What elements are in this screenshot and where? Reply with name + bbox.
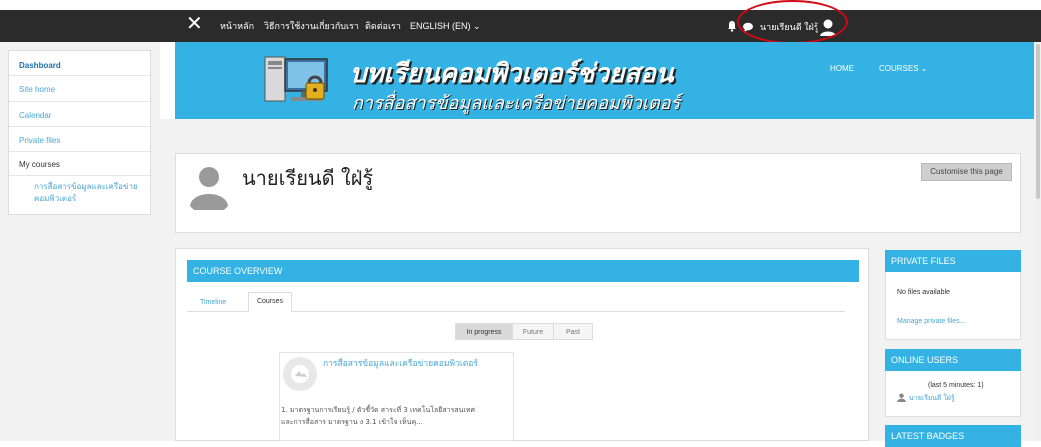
course-description-line: และการสื่อสาร มาตรฐาน ง 3.1 เข้าใจ เห็นค… bbox=[281, 418, 423, 426]
scrollbar-thumb[interactable] bbox=[1036, 44, 1040, 199]
filter-in-progress[interactable]: In progress bbox=[455, 323, 513, 340]
private-files-header: PRIVATE FILES bbox=[885, 250, 1021, 272]
banner-home-link[interactable]: HOME bbox=[830, 64, 854, 73]
course-overview-header: COURSE OVERVIEW bbox=[187, 260, 859, 282]
manage-private-files-link[interactable]: Manage private files... bbox=[897, 318, 965, 325]
computer-lock-logo bbox=[264, 56, 328, 102]
no-files-text: No files available bbox=[897, 289, 950, 296]
divider bbox=[9, 75, 152, 76]
filter-future[interactable]: Future bbox=[512, 323, 554, 340]
course-description-line: 1. มาตรฐานการเรียนรู้ / ตัวชี้วัด สาระที… bbox=[281, 406, 475, 414]
customise-page-button[interactable]: Customise this page bbox=[921, 163, 1012, 181]
user-icon bbox=[897, 393, 906, 402]
close-drawer-icon[interactable]: ✕ bbox=[186, 12, 203, 34]
sidebar-item-site-home[interactable]: Site home bbox=[19, 85, 55, 94]
divider bbox=[9, 175, 152, 176]
online-users-header: ONLINE USERS bbox=[885, 349, 1021, 371]
sidebar-item-my-courses[interactable]: My courses bbox=[19, 160, 60, 169]
nav-drawer: Dashboard Site home Calendar Private fil… bbox=[8, 50, 152, 215]
page-title: นายเรียนดี ใฝ่รู้ bbox=[242, 166, 374, 190]
banner-courses-menu[interactable]: COURSES ⌄ bbox=[879, 64, 928, 73]
language-menu[interactable]: ENGLISH (EN) ⌄ bbox=[410, 20, 481, 32]
course-image-icon bbox=[283, 357, 317, 391]
sidebar-item-course[interactable]: การสื่อสารข้อมูลและเครือข่าย คอมพิวเตอร์ bbox=[34, 181, 149, 205]
online-users-summary: (last 5 minutes: 1) bbox=[928, 382, 984, 389]
nav-link-home[interactable]: หน้าหลัก bbox=[220, 20, 254, 32]
profile-avatar-icon bbox=[184, 160, 234, 210]
sidebar-item-dashboard[interactable]: Dashboard bbox=[19, 61, 61, 70]
tab-courses[interactable]: Courses bbox=[248, 292, 292, 312]
divider bbox=[9, 101, 152, 102]
filter-past[interactable]: Past bbox=[553, 323, 593, 340]
divider bbox=[9, 126, 152, 127]
nav-link-howto[interactable]: วิธีการใช้งาน bbox=[264, 20, 316, 32]
nav-link-contact[interactable]: ติดต่อเรา bbox=[365, 20, 401, 32]
annotation-ellipse bbox=[737, 0, 848, 44]
top-navbar-area bbox=[0, 0, 1041, 42]
course-title-link[interactable]: การสื่อสารข้อมูลและเครือข่ายคอมพิวเตอร์ bbox=[323, 356, 478, 370]
nav-link-about[interactable]: เกี่ยวกับเรา bbox=[316, 20, 359, 32]
tab-timeline[interactable]: Timeline bbox=[200, 299, 226, 306]
sidebar-item-calendar[interactable]: Calendar bbox=[19, 111, 51, 120]
bell-icon[interactable] bbox=[727, 20, 737, 32]
course-description: 1. มาตรฐานการเรียนรู้ / ตัวชี้วัด สาระที… bbox=[281, 404, 475, 428]
latest-badges-header: LATEST BADGES bbox=[885, 425, 1021, 447]
divider bbox=[9, 151, 152, 152]
page-header-gap bbox=[160, 119, 1041, 154]
sidebar-item-private-files[interactable]: Private files bbox=[19, 136, 60, 145]
online-user-link[interactable]: นายเรียนดี ใฝ่รู้ bbox=[909, 393, 955, 404]
banner-subtitle: การสื่อสารข้อมูลและเครือข่ายคอมพิวเตอร์ bbox=[352, 93, 681, 114]
top-navbar bbox=[0, 10, 1041, 42]
